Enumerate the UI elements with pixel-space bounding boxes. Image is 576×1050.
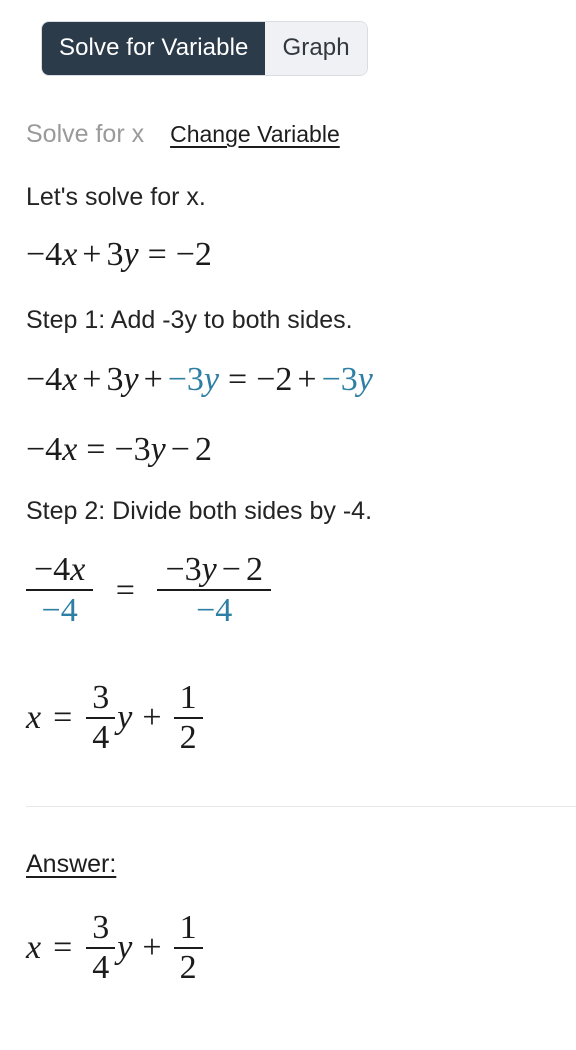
- ans-fraction-2: 12: [173, 909, 203, 986]
- eq1-op3: +: [297, 361, 317, 398]
- eq1-highlight2-num: −3: [321, 361, 358, 398]
- left-fraction-denominator: −4: [41, 592, 78, 629]
- eq4-fraction-1: 34: [86, 679, 116, 756]
- step-2-text: Step 2: Divide both sides by -4.: [26, 497, 373, 525]
- eq4-equals: =: [53, 698, 73, 736]
- ans-f1-numerator: 3: [92, 909, 110, 946]
- eq1-highlight2-var: y: [357, 361, 373, 398]
- solve-header: Solve for x Change Variable: [26, 122, 340, 147]
- eq4-f2-denominator: 2: [179, 718, 197, 756]
- eq2-equals: =: [86, 431, 106, 468]
- solver-page: Solve for Variable Graph Solve for x Cha…: [0, 0, 576, 1050]
- ans-f1-var: y: [117, 928, 133, 966]
- eq4-f1-denominator: 4: [92, 718, 110, 756]
- left-fraction: −4x −4: [26, 553, 94, 629]
- right-fraction-denominator: −4: [196, 592, 233, 629]
- eq3-equals: =: [115, 571, 135, 609]
- eq2-term1: −4: [26, 431, 63, 468]
- left-num-var: x: [70, 551, 86, 588]
- solve-for-label: Solve for x: [26, 120, 145, 148]
- section-divider: [26, 806, 576, 807]
- right-num-op: −: [221, 551, 241, 588]
- ans-lhs: x: [26, 928, 42, 966]
- ans-f2-numerator: 1: [179, 909, 197, 946]
- eq4-lhs: x: [26, 698, 42, 736]
- right-num-var: y: [201, 551, 217, 588]
- eq1-var2: y: [123, 361, 139, 398]
- eq2-var1: x: [62, 431, 78, 468]
- eq1-highlight1-var: y: [203, 361, 220, 398]
- eq1-term2: 3: [106, 361, 124, 398]
- eq0-term1: −4: [26, 236, 63, 273]
- eq0-var2: y: [123, 236, 139, 273]
- eq4-op: +: [142, 698, 162, 736]
- mode-tab-bar: Solve for Variable Graph: [42, 22, 367, 75]
- equation-original: −4x +3y = −2: [26, 238, 212, 272]
- intro-text: Let's solve for x.: [26, 183, 206, 211]
- eq0-equals: =: [147, 236, 167, 273]
- eq1-op1: +: [82, 361, 102, 398]
- right-num-b: 2: [245, 551, 263, 588]
- equation-solution: x = 3 4 y +1 2: [26, 680, 205, 755]
- eq2-op: −: [170, 431, 190, 468]
- ans-f1-denominator: 4: [92, 948, 110, 986]
- eq0-rhs: −2: [175, 236, 212, 273]
- right-num-a: −3: [165, 551, 202, 588]
- equation-step2: −4x −4 = −3y −2 −4: [26, 553, 271, 628]
- ans-equals: =: [53, 928, 73, 966]
- answer-equation: x = 3 4 y +1 2: [26, 910, 205, 985]
- right-fraction: −3y −2 −4: [157, 553, 271, 629]
- eq2-term2: −3: [114, 431, 151, 468]
- step-1-text: Step 1: Add -3y to both sides.: [26, 306, 353, 334]
- ans-op: +: [142, 928, 162, 966]
- change-variable-link[interactable]: Change Variable: [170, 123, 340, 146]
- ans-fraction-1: 34: [86, 909, 116, 986]
- eq0-term2: 3: [106, 236, 124, 273]
- eq1-highlight1-num: −3: [167, 361, 204, 398]
- tab-solve-for-variable[interactable]: Solve for Variable: [42, 22, 266, 75]
- eq0-op1: +: [82, 236, 102, 273]
- eq0-var1: x: [62, 236, 78, 273]
- eq1-op2: +: [143, 361, 163, 398]
- eq2-var2: y: [150, 431, 166, 468]
- eq1-rhs: −2: [256, 361, 293, 398]
- left-fraction-numerator: −4x: [26, 553, 93, 589]
- right-fraction-numerator: −3y −2: [157, 553, 270, 589]
- ans-f2-denominator: 2: [179, 948, 197, 986]
- equation-step1: −4x +3y + −3y = −2 + −3y: [26, 363, 373, 397]
- eq4-f2-numerator: 1: [179, 679, 197, 716]
- eq1-term1: −4: [26, 361, 63, 398]
- tab-graph[interactable]: Graph: [265, 22, 367, 75]
- eq1-equals: =: [228, 361, 248, 398]
- eq2-term3: 2: [194, 431, 212, 468]
- eq4-f1-numerator: 3: [92, 679, 110, 716]
- eq4-fraction-2: 12: [173, 679, 203, 756]
- eq4-f1-var: y: [117, 698, 133, 736]
- left-num-coeff: −4: [34, 551, 71, 588]
- eq1-var1: x: [62, 361, 78, 398]
- answer-label: Answer:: [26, 850, 117, 878]
- equation-step1-result: −4x = −3y −2: [26, 433, 212, 467]
